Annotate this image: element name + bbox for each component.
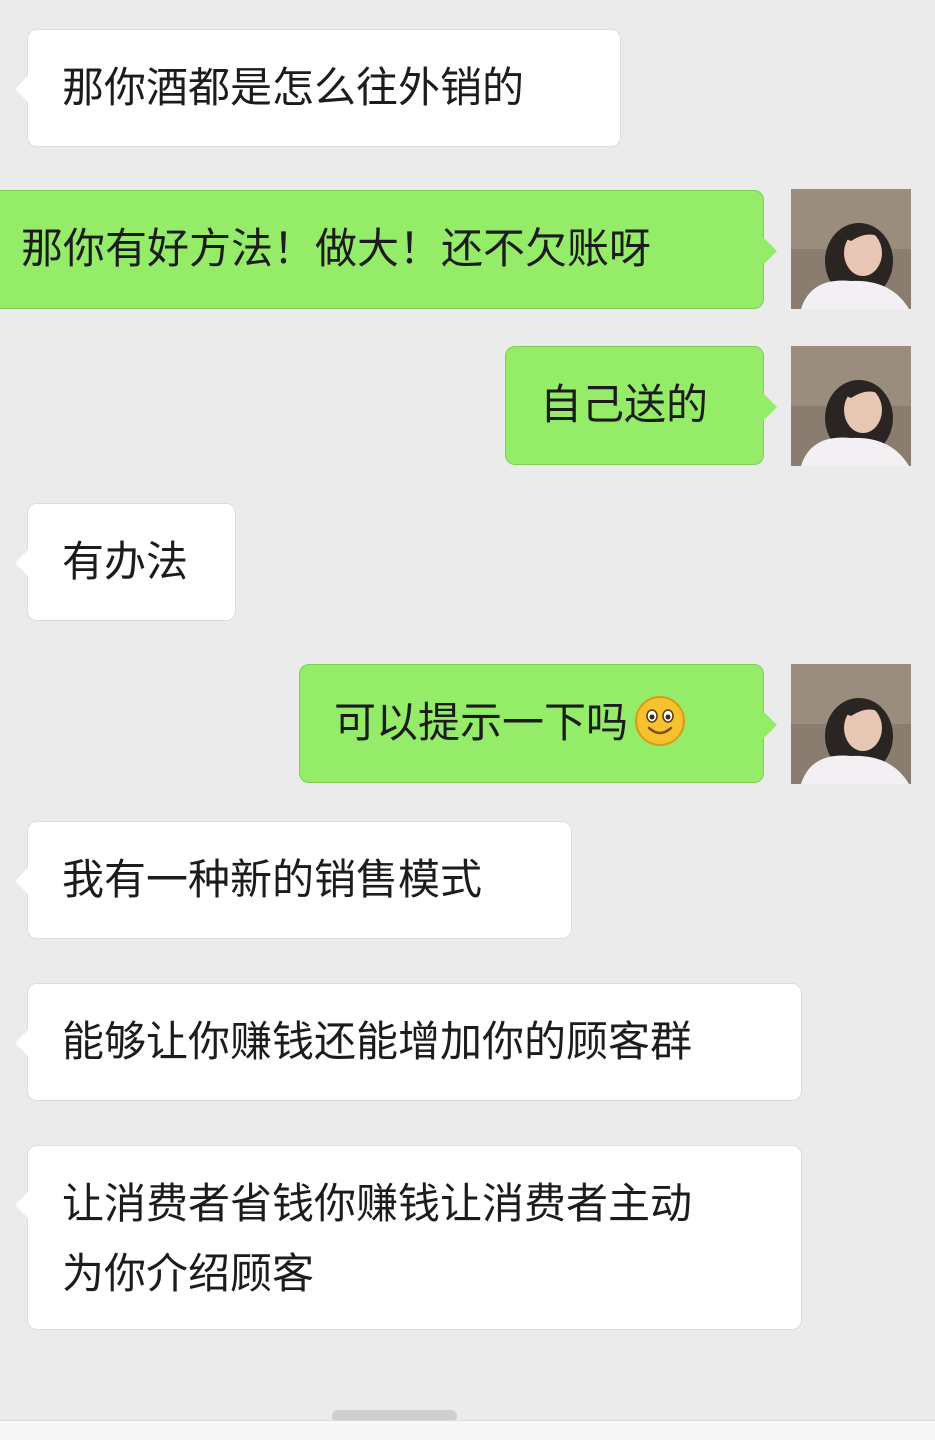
avatar-photo-icon [791, 189, 911, 309]
message-text: 那你酒都是怎么往外销的 [62, 63, 525, 112]
outgoing-message-bubble[interactable]: 自己送的 [505, 346, 777, 465]
message-text: 我有一种新的销售模式 [62, 855, 483, 904]
message-text: 自己送的 [540, 380, 709, 429]
incoming-message-bubble[interactable]: 我有一种新的销售模式 [15, 821, 572, 939]
smile-emoji-icon [634, 695, 686, 747]
outgoing-message-bubble[interactable]: 那你有好方法！做大！还不欠账呀 [0, 190, 777, 309]
incoming-message-bubble[interactable]: 那你酒都是怎么往外销的 [15, 29, 621, 147]
user-avatar[interactable] [791, 346, 911, 466]
avatar-photo-icon [791, 346, 911, 466]
user-avatar[interactable] [791, 189, 911, 309]
message-text-line: 让消费者省钱你赚钱让消费者主动 [62, 1179, 693, 1228]
user-avatar[interactable] [791, 664, 911, 784]
avatar-photo-icon [791, 664, 911, 784]
message-text: 可以提示一下吗 [334, 698, 629, 747]
message-text-line: 为你介绍顾客 [62, 1249, 315, 1298]
incoming-message-bubble[interactable]: 有办法 [15, 503, 236, 621]
message-text: 有办法 [62, 537, 189, 586]
outgoing-message-bubble[interactable]: 可以提示一下吗 [299, 664, 777, 783]
message-text: 那你有好方法！做大！还不欠账呀 [21, 224, 652, 273]
message-text: 能够让你赚钱还能增加你的顾客群 [62, 1017, 693, 1066]
incoming-message-bubble[interactable]: 让消费者省钱你赚钱让消费者主动 为你介绍顾客 [15, 1145, 802, 1330]
bottom-bar [0, 1420, 935, 1440]
incoming-message-bubble[interactable]: 能够让你赚钱还能增加你的顾客群 [15, 983, 802, 1101]
chat-message-list[interactable]: 那你酒都是怎么往外销的 那你有好方法！做大！还不欠账呀 自己送的 有办法 可以提… [0, 0, 935, 1420]
